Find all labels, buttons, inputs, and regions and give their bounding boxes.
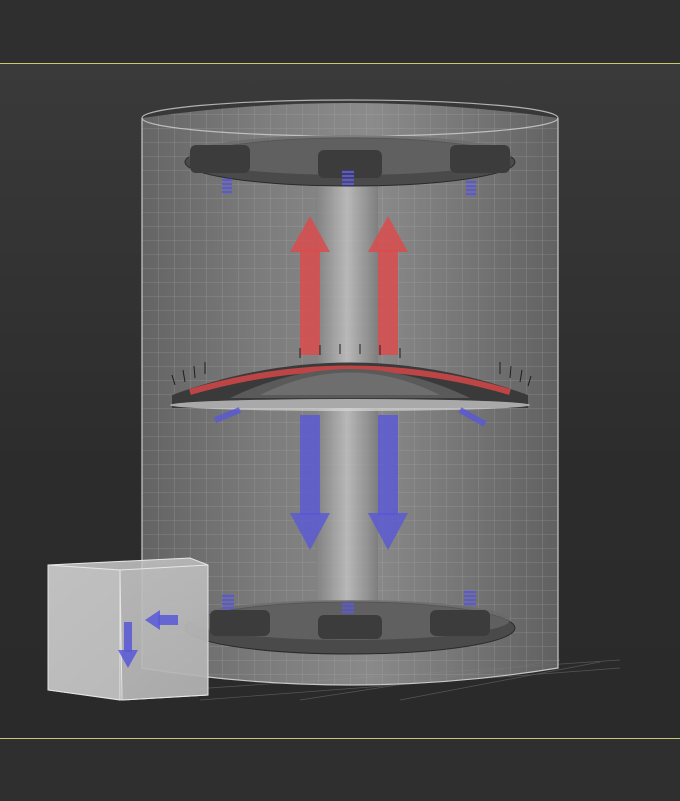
3d-viewport[interactable] [0,64,680,738]
top-impeller-disc[interactable] [184,135,516,187]
top-toolbar-area [0,0,680,64]
app-window [0,0,680,801]
viewport-scene[interactable] [0,64,680,738]
bottom-status-area [0,738,680,801]
view-cube[interactable] [47,557,209,701]
